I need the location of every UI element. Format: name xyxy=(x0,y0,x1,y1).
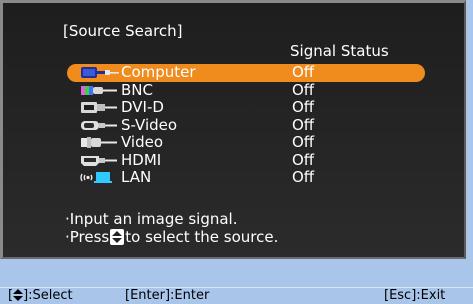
video-icon xyxy=(81,137,117,148)
source-status-lan: Off xyxy=(292,168,315,186)
source-label-dvi-d: DVI-D xyxy=(121,98,164,116)
source-status-video: Off xyxy=(292,133,315,151)
source-item-hdmi[interactable]: HDMI Off xyxy=(67,152,425,169)
panel-title: [Source Search] xyxy=(63,22,183,40)
up-down-arrow-icon xyxy=(110,229,125,245)
bnc-icon xyxy=(81,86,117,95)
source-label-s-video: S-Video xyxy=(121,116,178,134)
dvi-icon xyxy=(81,102,117,113)
s-video-icon xyxy=(81,121,117,130)
hdmi-icon xyxy=(81,156,117,166)
hint-press-text: ·Press xyxy=(65,228,110,246)
hint-select-source: ·Press to select the source. xyxy=(65,229,278,246)
footer-exit-hint: [Esc]:Exit xyxy=(384,288,446,303)
source-label-bnc: BNC xyxy=(121,81,153,99)
source-item-lan[interactable]: LAN Off xyxy=(67,169,425,186)
source-status-s-video: Off xyxy=(292,116,315,134)
computer-icon xyxy=(81,67,119,78)
up-down-arrow-icon xyxy=(13,289,24,301)
footer-select-hint: []:Select xyxy=(8,288,73,303)
source-item-bnc[interactable]: BNC Off xyxy=(67,82,425,99)
hint-select-text: to select the source. xyxy=(125,228,279,246)
source-item-s-video[interactable]: S-Video Off xyxy=(67,117,425,134)
source-item-dvi-d[interactable]: DVI-D Off xyxy=(67,99,425,116)
source-status-bnc: Off xyxy=(292,81,315,99)
source-label-lan: LAN xyxy=(121,168,152,186)
footer-enter-hint: [Enter]:Enter xyxy=(125,288,210,303)
source-item-computer[interactable]: Computer Off xyxy=(67,64,425,82)
footer-select-label: ]:Select xyxy=(23,288,73,303)
source-search-panel: [Source Search] Signal Status Computer O… xyxy=(0,0,466,259)
source-label-computer: Computer xyxy=(121,63,196,81)
hint-input-signal: ·Input an image signal. xyxy=(65,210,238,228)
source-item-video[interactable]: Video Off xyxy=(67,134,425,151)
source-status-hdmi: Off xyxy=(292,151,315,169)
key-guide-bar: []:Select [Enter]:Enter [Esc]:Exit xyxy=(0,287,473,304)
signal-status-header: Signal Status xyxy=(290,42,389,60)
source-label-hdmi: HDMI xyxy=(121,151,162,169)
source-status-dvi-d: Off xyxy=(292,98,315,116)
source-label-video: Video xyxy=(121,133,164,151)
lan-icon xyxy=(80,172,112,183)
source-status-computer: Off xyxy=(292,63,315,81)
